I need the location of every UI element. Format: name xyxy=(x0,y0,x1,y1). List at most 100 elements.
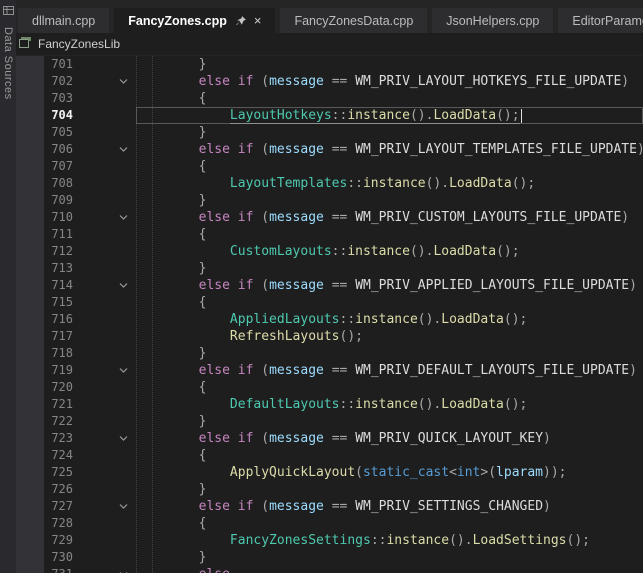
breakpoint-margin[interactable] xyxy=(16,260,44,277)
breakpoint-margin[interactable] xyxy=(16,447,44,464)
breakpoint-margin[interactable] xyxy=(16,498,44,515)
project-selector[interactable]: FancyZonesLib xyxy=(38,37,120,51)
line-number[interactable]: 719 xyxy=(44,362,78,379)
line-number[interactable]: 708 xyxy=(44,175,78,192)
code-editor[interactable]: 701 } 702 else if (message == WM_PRIV_LAY… xyxy=(16,56,643,573)
line-number[interactable]: 713 xyxy=(44,260,78,277)
line-number[interactable]: 721 xyxy=(44,396,78,413)
code-text[interactable]: { xyxy=(136,447,643,464)
code-text[interactable]: else if (message == WM_PRIV_LAYOUT_HOTKE… xyxy=(136,73,643,90)
pin-icon[interactable] xyxy=(235,15,247,27)
fold-chevron-icon[interactable] xyxy=(78,566,136,573)
line-number[interactable]: 711 xyxy=(44,226,78,243)
breakpoint-margin[interactable] xyxy=(16,566,44,573)
code-text[interactable]: } xyxy=(136,481,643,498)
code-text[interactable]: LayoutTemplates::instance().LoadData(); xyxy=(136,175,643,192)
breakpoint-margin[interactable] xyxy=(16,311,44,328)
code-text[interactable]: else if (message == WM_PRIV_APPLIED_LAYO… xyxy=(136,277,643,294)
code-text[interactable]: else xyxy=(136,566,643,573)
line-number[interactable]: 709 xyxy=(44,192,78,209)
line-number[interactable]: 727 xyxy=(44,498,78,515)
line-number[interactable]: 706 xyxy=(44,141,78,158)
code-text[interactable]: else if (message == WM_PRIV_DEFAULT_LAYO… xyxy=(136,362,643,379)
breakpoint-margin[interactable] xyxy=(16,209,44,226)
code-text[interactable]: } xyxy=(136,192,643,209)
line-number[interactable]: 722 xyxy=(44,413,78,430)
code-text[interactable]: else if (message == WM_PRIV_SETTINGS_CHA… xyxy=(136,498,643,515)
code-text[interactable]: FancyZonesSettings::instance().LoadSetti… xyxy=(136,532,643,549)
line-number[interactable]: 717 xyxy=(44,328,78,345)
breakpoint-margin[interactable] xyxy=(16,226,44,243)
fold-chevron-icon[interactable] xyxy=(78,73,136,90)
code-text[interactable]: } xyxy=(136,549,643,566)
tab-jsonhelpers-cpp[interactable]: JsonHelpers.cpp xyxy=(432,8,553,33)
code-text[interactable]: DefaultLayouts::instance().LoadData(); xyxy=(136,396,643,413)
fold-chevron-icon[interactable] xyxy=(78,430,136,447)
line-number[interactable]: 712 xyxy=(44,243,78,260)
code-text[interactable]: { xyxy=(136,294,643,311)
line-number[interactable]: 704 xyxy=(44,107,78,124)
breakpoint-margin[interactable] xyxy=(16,481,44,498)
code-text[interactable]: CustomLayouts::instance().LoadData(); xyxy=(136,243,643,260)
breakpoint-margin[interactable] xyxy=(16,345,44,362)
line-number[interactable]: 723 xyxy=(44,430,78,447)
fold-chevron-icon[interactable] xyxy=(78,209,136,226)
fold-chevron-icon[interactable] xyxy=(78,141,136,158)
breakpoint-margin[interactable] xyxy=(16,90,44,107)
breakpoint-margin[interactable] xyxy=(16,192,44,209)
line-number[interactable]: 724 xyxy=(44,447,78,464)
line-number[interactable]: 707 xyxy=(44,158,78,175)
line-number[interactable]: 715 xyxy=(44,294,78,311)
code-text[interactable]: { xyxy=(136,379,643,396)
breakpoint-margin[interactable] xyxy=(16,107,44,124)
breakpoint-margin[interactable] xyxy=(16,141,44,158)
code-text[interactable]: { xyxy=(136,515,643,532)
line-number[interactable]: 710 xyxy=(44,209,78,226)
line-number[interactable]: 725 xyxy=(44,464,78,481)
code-text[interactable]: ApplyQuickLayout(static_cast<int>(lparam… xyxy=(136,464,643,481)
tab-fancyzonesdata-cpp[interactable]: FancyZonesData.cpp xyxy=(280,8,427,33)
breakpoint-margin[interactable] xyxy=(16,515,44,532)
line-number[interactable]: 705 xyxy=(44,124,78,141)
breakpoint-margin[interactable] xyxy=(16,549,44,566)
code-text[interactable]: RefreshLayouts(); xyxy=(136,328,643,345)
line-number[interactable]: 728 xyxy=(44,515,78,532)
breakpoint-margin[interactable] xyxy=(16,430,44,447)
code-text[interactable]: } xyxy=(136,260,643,277)
breakpoint-margin[interactable] xyxy=(16,464,44,481)
line-number[interactable]: 730 xyxy=(44,549,78,566)
code-text[interactable]: else if (message == WM_PRIV_CUSTOM_LAYOU… xyxy=(136,209,643,226)
fold-chevron-icon[interactable] xyxy=(78,362,136,379)
breakpoint-margin[interactable] xyxy=(16,328,44,345)
line-number[interactable]: 720 xyxy=(44,379,78,396)
breakpoint-margin[interactable] xyxy=(16,56,44,73)
code-text[interactable]: { xyxy=(136,158,643,175)
line-number[interactable]: 702 xyxy=(44,73,78,90)
line-number[interactable]: 731 xyxy=(44,566,78,573)
code-text[interactable]: LayoutHotkeys::instance().LoadData(); xyxy=(136,107,643,124)
code-text[interactable]: { xyxy=(136,90,643,107)
breakpoint-margin[interactable] xyxy=(16,532,44,549)
data-sources-tool-tab[interactable]: Data Sources xyxy=(0,0,16,573)
line-number[interactable]: 729 xyxy=(44,532,78,549)
code-text[interactable]: } xyxy=(136,56,643,73)
line-number[interactable]: 726 xyxy=(44,481,78,498)
breakpoint-margin[interactable] xyxy=(16,277,44,294)
line-number[interactable]: 703 xyxy=(44,90,78,107)
breakpoint-margin[interactable] xyxy=(16,379,44,396)
breakpoint-margin[interactable] xyxy=(16,413,44,430)
line-number[interactable]: 701 xyxy=(44,56,78,73)
tab-fancyzones-cpp[interactable]: FancyZones.cpp× xyxy=(114,8,275,33)
tab-dllmain-cpp[interactable]: dllmain.cpp xyxy=(18,8,109,33)
line-number[interactable]: 718 xyxy=(44,345,78,362)
code-text[interactable]: AppliedLayouts::instance().LoadData(); xyxy=(136,311,643,328)
line-number[interactable]: 714 xyxy=(44,277,78,294)
breakpoint-margin[interactable] xyxy=(16,124,44,141)
tab-editorparameters-cpp[interactable]: EditorParameters.cpp xyxy=(558,8,643,33)
fold-chevron-icon[interactable] xyxy=(78,277,136,294)
breakpoint-margin[interactable] xyxy=(16,243,44,260)
code-text[interactable]: } xyxy=(136,413,643,430)
code-text[interactable]: } xyxy=(136,345,643,362)
breakpoint-margin[interactable] xyxy=(16,73,44,90)
code-text[interactable]: } xyxy=(136,124,643,141)
